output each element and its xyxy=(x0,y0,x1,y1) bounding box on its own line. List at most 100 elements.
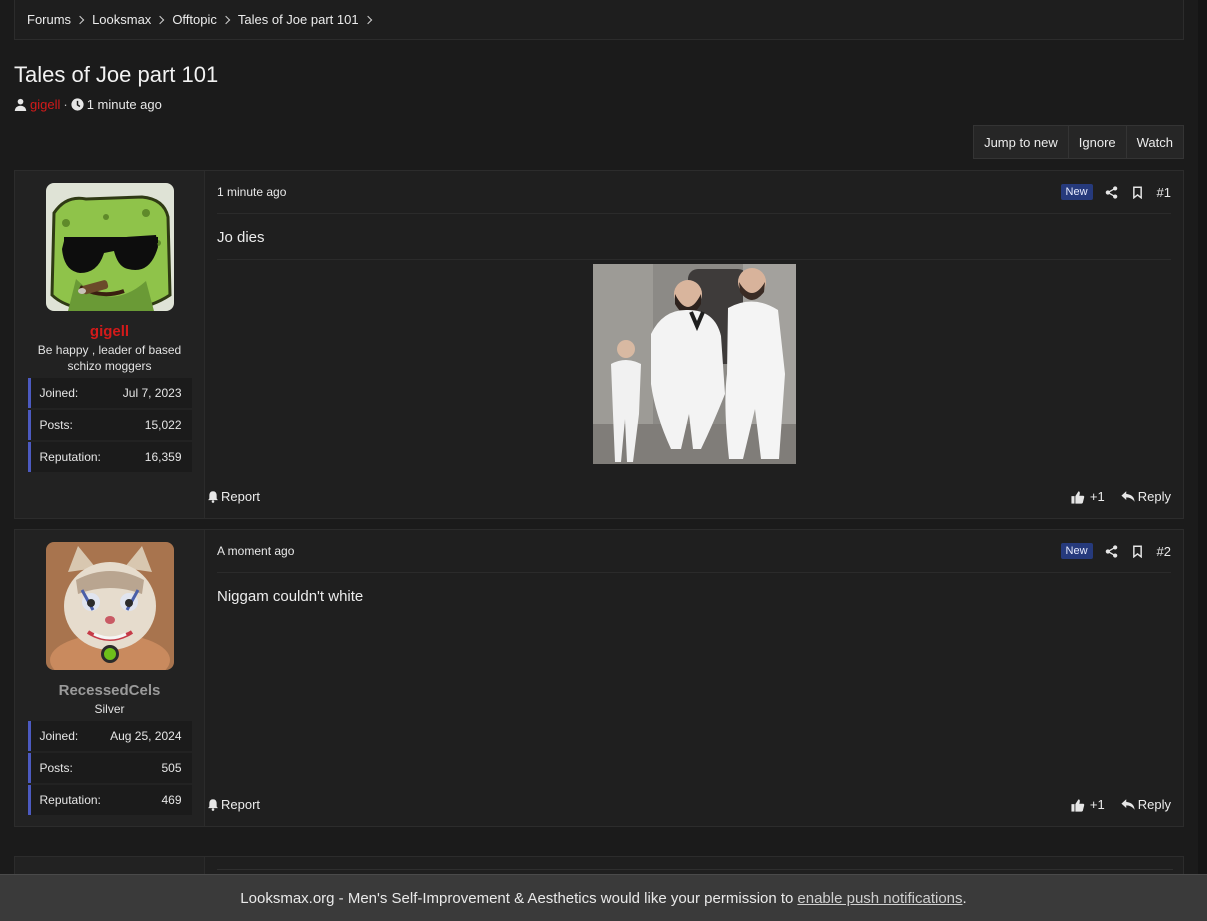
page-scrollbar[interactable] xyxy=(1198,0,1207,921)
user-icon xyxy=(14,98,27,111)
reply-icon xyxy=(1121,799,1135,810)
post-footer-actions: +1 Reply xyxy=(1071,489,1171,504)
stat-label: Reputation: xyxy=(39,450,101,464)
bell-icon xyxy=(208,799,218,811)
stat-label: Joined: xyxy=(39,386,79,400)
breadcrumb-label: Tales of Joe part 101 xyxy=(237,12,359,27)
post-user-panel: RecessedCels Silver Joined: Aug 25, 2024 … xyxy=(15,530,205,826)
reply-button[interactable]: Reply xyxy=(1121,797,1171,812)
bookmark-icon[interactable] xyxy=(1132,544,1143,558)
report-label: Report xyxy=(221,489,261,504)
breadcrumb: Forums Looksmax Offtopic Tales of Joe pa… xyxy=(14,0,1184,40)
ignore-button[interactable]: Ignore xyxy=(1067,126,1126,158)
user-stats: Joined: Jul 7, 2023 Posts: 15,022 Reputati… xyxy=(27,378,192,474)
post-header: 1 minute ago New #1 xyxy=(217,171,1171,214)
stat-label: Posts: xyxy=(39,418,73,432)
breadcrumb-item-looksmax[interactable]: Looksmax xyxy=(92,12,172,27)
online-status-indicator xyxy=(101,645,119,663)
thread-meta: gigell · 1 minute ago xyxy=(14,97,162,112)
post-number-link[interactable]: #2 xyxy=(1157,544,1171,559)
reply-button[interactable]: Reply xyxy=(1121,489,1171,504)
breadcrumb-label: Offtopic xyxy=(172,12,217,27)
stat-posts: Posts: 505 xyxy=(27,753,192,783)
stat-value: Jul 7, 2023 xyxy=(122,386,182,400)
post-2: RecessedCels Silver Joined: Aug 25, 2024 … xyxy=(14,529,1184,827)
like-button[interactable]: +1 xyxy=(1071,797,1105,812)
post-footer: Report +1 Reply xyxy=(207,489,1171,504)
share-icon[interactable] xyxy=(1105,544,1118,558)
like-count: +1 xyxy=(1089,797,1105,812)
report-link[interactable]: Report xyxy=(207,489,260,504)
breadcrumb-label: Looksmax xyxy=(92,12,152,27)
post-footer: Report +1 Reply xyxy=(207,797,1171,812)
breadcrumb-item-thread[interactable]: Tales of Joe part 101 xyxy=(238,12,380,27)
report-label: Report xyxy=(221,797,261,812)
post-footer-actions: +1 Reply xyxy=(1071,797,1171,812)
bookmark-icon[interactable] xyxy=(1132,185,1143,199)
stat-value: Aug 25, 2024 xyxy=(110,729,182,743)
attached-photo xyxy=(592,264,796,464)
chevron-right-icon xyxy=(75,15,85,24)
stat-joined: Joined: Aug 25, 2024 xyxy=(27,721,192,751)
thread-actions: Jump to new Ignore Watch xyxy=(973,125,1184,159)
reply-icon xyxy=(1121,491,1135,502)
stat-label: Joined: xyxy=(39,729,79,743)
thumbs-up-icon xyxy=(1071,798,1085,812)
post-image[interactable] xyxy=(592,264,796,464)
thread-author-link[interactable]: gigell xyxy=(30,97,60,112)
stat-joined: Joined: Jul 7, 2023 xyxy=(27,378,192,408)
post-content: 1 minute ago New #1 Jo dies Report +1 Re… xyxy=(205,171,1183,518)
page-title: Tales of Joe part 101 xyxy=(14,62,219,87)
stat-label: Reputation: xyxy=(39,793,101,807)
new-badge: New xyxy=(1060,184,1093,200)
push-notification-bar: Looksmax.org - Men's Self-Improvement & … xyxy=(0,874,1207,921)
jump-to-new-button[interactable]: Jump to new xyxy=(974,126,1068,158)
post-1: gigell Be happy , leader of based schizo… xyxy=(14,170,1184,519)
notice-end: . xyxy=(962,889,967,907)
chevron-right-icon xyxy=(363,15,372,24)
stat-posts: Posts: 15,022 xyxy=(27,410,192,440)
post-time-link[interactable]: 1 minute ago xyxy=(217,185,286,199)
post-content: A moment ago New #2 Niggam couldn't whit… xyxy=(205,530,1183,826)
post-number-link[interactable]: #1 xyxy=(1157,185,1171,200)
username-link[interactable]: RecessedCels xyxy=(59,682,161,699)
post-divider xyxy=(217,259,1171,260)
new-badge: New xyxy=(1060,543,1093,559)
breadcrumb-label: Forums xyxy=(27,12,72,27)
stat-value: 469 xyxy=(161,793,182,807)
post-header-actions: New #1 xyxy=(1060,184,1171,200)
report-link[interactable]: Report xyxy=(207,797,260,812)
thread-time: 1 minute ago xyxy=(86,97,162,112)
clock-icon xyxy=(71,98,84,111)
notice-text: Looksmax.org - Men's Self-Improvement & … xyxy=(240,889,794,907)
user-title: Be happy , leader of based schizo mogger… xyxy=(37,343,182,373)
chevron-right-icon xyxy=(156,15,165,24)
breadcrumb-item-offtopic[interactable]: Offtopic xyxy=(172,12,238,27)
post-body-text: Niggam couldn't white xyxy=(217,588,364,605)
thumbs-up-icon xyxy=(1071,490,1085,504)
pepe-avatar-image xyxy=(45,183,174,311)
username-link[interactable]: gigell xyxy=(90,323,129,340)
bell-icon xyxy=(208,491,218,503)
like-button[interactable]: +1 xyxy=(1071,489,1105,504)
chevron-right-icon xyxy=(221,15,231,24)
post-body-text: Jo dies xyxy=(217,229,265,246)
like-count: +1 xyxy=(1089,489,1105,504)
avatar[interactable] xyxy=(45,183,174,311)
stat-reputation: Reputation: 469 xyxy=(27,785,192,815)
post-header: A moment ago New #2 xyxy=(217,530,1171,573)
enable-push-notifications-link[interactable]: enable push notifications xyxy=(797,890,962,907)
user-title: Silver xyxy=(94,702,125,716)
reply-label: Reply xyxy=(1137,489,1171,504)
stat-value: 505 xyxy=(161,761,182,775)
reply-label: Reply xyxy=(1137,797,1171,812)
breadcrumb-item-forums[interactable]: Forums xyxy=(27,12,92,27)
share-icon[interactable] xyxy=(1105,185,1118,199)
post-time-link[interactable]: A moment ago xyxy=(217,544,294,558)
stat-label: Posts: xyxy=(39,761,73,775)
post-user-panel: gigell Be happy , leader of based schizo… xyxy=(15,171,205,518)
stat-value: 15,022 xyxy=(144,418,182,432)
stat-value: 16,359 xyxy=(144,450,182,464)
watch-button[interactable]: Watch xyxy=(1125,126,1183,158)
stat-reputation: Reputation: 16,359 xyxy=(27,442,192,472)
